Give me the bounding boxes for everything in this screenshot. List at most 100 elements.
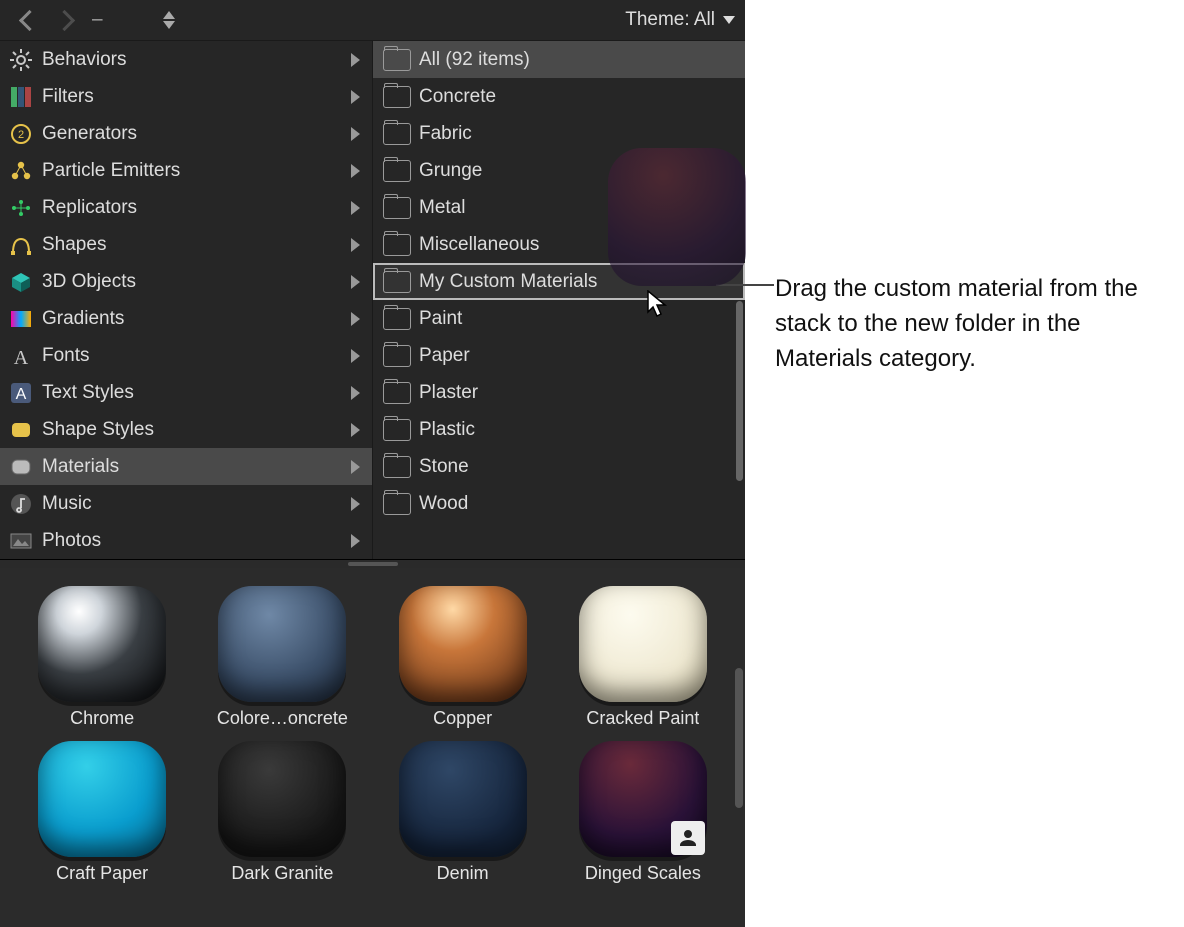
chevron-right-icon bbox=[351, 460, 360, 474]
path-stepper-icon bbox=[163, 11, 175, 29]
material-thumb-dinged-scales[interactable]: Dinged Scales bbox=[561, 741, 725, 884]
category-item-behaviors[interactable]: Behaviors bbox=[0, 41, 372, 78]
material-swatch bbox=[38, 741, 166, 857]
gradient-icon bbox=[8, 306, 34, 332]
svg-text:A: A bbox=[16, 386, 27, 403]
folder-icon bbox=[383, 123, 411, 145]
folder-label: Grunge bbox=[419, 160, 482, 182]
material-label: Chrome bbox=[70, 708, 134, 729]
category-item-text-styles[interactable]: AText Styles bbox=[0, 374, 372, 411]
category-item-music[interactable]: Music bbox=[0, 485, 372, 522]
back-button[interactable] bbox=[19, 9, 40, 30]
folder-icon bbox=[383, 49, 411, 71]
folder-label: Miscellaneous bbox=[419, 234, 539, 256]
material-swatch bbox=[399, 741, 527, 857]
category-item-fonts[interactable]: A Fonts bbox=[0, 337, 372, 374]
material-thumb-colore-oncrete[interactable]: Colore…oncrete bbox=[200, 586, 364, 729]
category-item-gradients[interactable]: Gradients bbox=[0, 300, 372, 337]
folder-label: Stone bbox=[419, 456, 469, 478]
chevron-right-icon bbox=[351, 53, 360, 67]
material-thumb-cracked-paint[interactable]: Cracked Paint bbox=[561, 586, 725, 729]
chevron-right-icon bbox=[351, 201, 360, 215]
folder-icon bbox=[383, 345, 411, 367]
folder-icon bbox=[383, 197, 411, 219]
drag-preview bbox=[608, 148, 746, 286]
chevron-right-icon bbox=[351, 164, 360, 178]
material-swatch bbox=[579, 586, 707, 702]
callout-leader-line bbox=[716, 284, 774, 286]
horizontal-splitter[interactable] bbox=[0, 560, 745, 568]
folder-icon bbox=[383, 308, 411, 330]
cursor-icon bbox=[647, 290, 671, 318]
chevron-down-icon bbox=[723, 16, 735, 24]
folder-icon bbox=[383, 419, 411, 441]
svg-text:2: 2 bbox=[18, 129, 24, 141]
folder-item-plaster[interactable]: Plaster bbox=[373, 374, 745, 411]
particles-icon bbox=[8, 158, 34, 184]
chevron-right-icon bbox=[351, 127, 360, 141]
material-thumb-denim[interactable]: Denim bbox=[381, 741, 545, 884]
category-item-shapes[interactable]: Shapes bbox=[0, 226, 372, 263]
folder-icon bbox=[383, 271, 411, 293]
chevron-right-icon bbox=[351, 423, 360, 437]
folder-item-wood[interactable]: Wood bbox=[373, 485, 745, 522]
forward-button[interactable] bbox=[54, 9, 75, 30]
material-label: Colore…oncrete bbox=[217, 708, 348, 729]
category-label: Shapes bbox=[42, 234, 343, 256]
chevron-right-icon bbox=[351, 238, 360, 252]
folder-icon bbox=[383, 234, 411, 256]
theme-popup[interactable]: Theme: All bbox=[625, 9, 735, 31]
category-item-shape-styles[interactable]: Shape Styles bbox=[0, 411, 372, 448]
folder-item-paint[interactable]: Paint bbox=[373, 300, 745, 337]
scrollbar-thumb[interactable] bbox=[736, 301, 743, 481]
material-thumb-craft-paper[interactable]: Craft Paper bbox=[20, 741, 184, 884]
material-grid[interactable]: Chrome Colore…oncrete CopperCracked Paint C… bbox=[0, 568, 745, 927]
material-thumb-copper[interactable]: Copper bbox=[381, 586, 545, 729]
chevron-right-icon bbox=[351, 90, 360, 104]
category-item-particle-emitters[interactable]: Particle Emitters bbox=[0, 152, 372, 189]
category-item-3d-objects[interactable]: 3D Objects bbox=[0, 263, 372, 300]
category-label: Fonts bbox=[42, 345, 343, 367]
category-item-replicators[interactable]: Replicators bbox=[0, 189, 372, 226]
library-toolbar: – Theme: All bbox=[0, 0, 745, 41]
material-thumb-dark-granite[interactable]: Dark Granite bbox=[200, 741, 364, 884]
folder-list[interactable]: All (92 items)ConcreteFabricGrungeMetalM… bbox=[373, 41, 745, 559]
path-placeholder: – bbox=[92, 9, 103, 31]
chevron-right-icon bbox=[351, 497, 360, 511]
material-label: Craft Paper bbox=[56, 863, 148, 884]
category-label: Particle Emitters bbox=[42, 160, 343, 182]
material-icon bbox=[8, 454, 34, 480]
folder-item-concrete[interactable]: Concrete bbox=[373, 78, 745, 115]
category-item-filters[interactable]: Filters bbox=[0, 78, 372, 115]
font-icon: A bbox=[8, 343, 34, 369]
folder-item-all-92-items-[interactable]: All (92 items) bbox=[373, 41, 745, 78]
category-label: 3D Objects bbox=[42, 271, 343, 293]
library-panel: – Theme: All Behaviors Filters 2Generators… bbox=[0, 0, 745, 907]
scrollbar-thumb[interactable] bbox=[735, 668, 743, 808]
callout-text: Drag the custom material from the stack … bbox=[775, 272, 1175, 376]
category-item-photos[interactable]: Photos bbox=[0, 522, 372, 559]
folder-icon bbox=[383, 86, 411, 108]
category-item-generators[interactable]: 2Generators bbox=[0, 115, 372, 152]
category-label: Filters bbox=[42, 86, 343, 108]
path-popup[interactable]: – bbox=[92, 9, 175, 31]
chevron-right-icon bbox=[351, 534, 360, 548]
category-item-materials[interactable]: Materials bbox=[0, 448, 372, 485]
material-swatch bbox=[218, 586, 346, 702]
category-label: Materials bbox=[42, 456, 343, 478]
category-label: Music bbox=[42, 493, 343, 515]
music-icon bbox=[8, 491, 34, 517]
folder-item-stone[interactable]: Stone bbox=[373, 448, 745, 485]
gear-icon bbox=[8, 47, 34, 73]
folder-item-paper[interactable]: Paper bbox=[373, 337, 745, 374]
folder-item-fabric[interactable]: Fabric bbox=[373, 115, 745, 152]
category-list[interactable]: Behaviors Filters 2Generators Particle Emit… bbox=[0, 41, 373, 559]
chevron-right-icon bbox=[351, 275, 360, 289]
category-label: Shape Styles bbox=[42, 419, 343, 441]
splitter-grip-icon bbox=[348, 562, 398, 566]
material-label: Dinged Scales bbox=[585, 863, 701, 884]
chevron-right-icon bbox=[351, 386, 360, 400]
category-label: Gradients bbox=[42, 308, 343, 330]
material-thumb-chrome[interactable]: Chrome bbox=[20, 586, 184, 729]
folder-item-plastic[interactable]: Plastic bbox=[373, 411, 745, 448]
